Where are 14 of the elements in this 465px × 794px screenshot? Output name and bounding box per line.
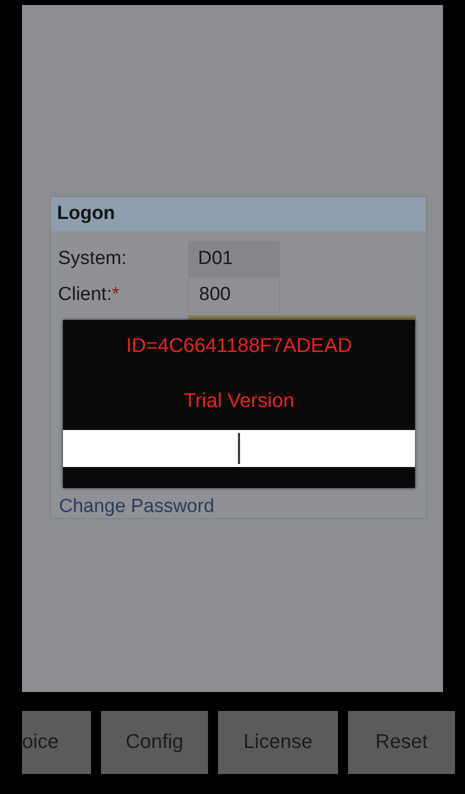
- toolbar-button[interactable]: oice: [22, 711, 91, 774]
- field-label: System:: [58, 248, 128, 270]
- system-field: D01: [188, 241, 280, 277]
- toolbar-button[interactable]: License: [218, 711, 338, 774]
- toolbar-button[interactable]: Reset: [348, 711, 455, 774]
- text-cursor: [238, 433, 240, 464]
- device-id-text: ID=4C6641188F7ADEAD: [126, 335, 352, 358]
- panel-title: Logon: [51, 197, 426, 231]
- trial-message: Trial Version: [184, 390, 294, 413]
- change-password-link[interactable]: Change Password: [59, 496, 214, 518]
- toolbar-button[interactable]: Config: [101, 711, 208, 774]
- input-field[interactable]: [63, 430, 415, 467]
- input-field[interactable]: 800: [188, 277, 280, 313]
- field-label: Client:*: [58, 284, 120, 306]
